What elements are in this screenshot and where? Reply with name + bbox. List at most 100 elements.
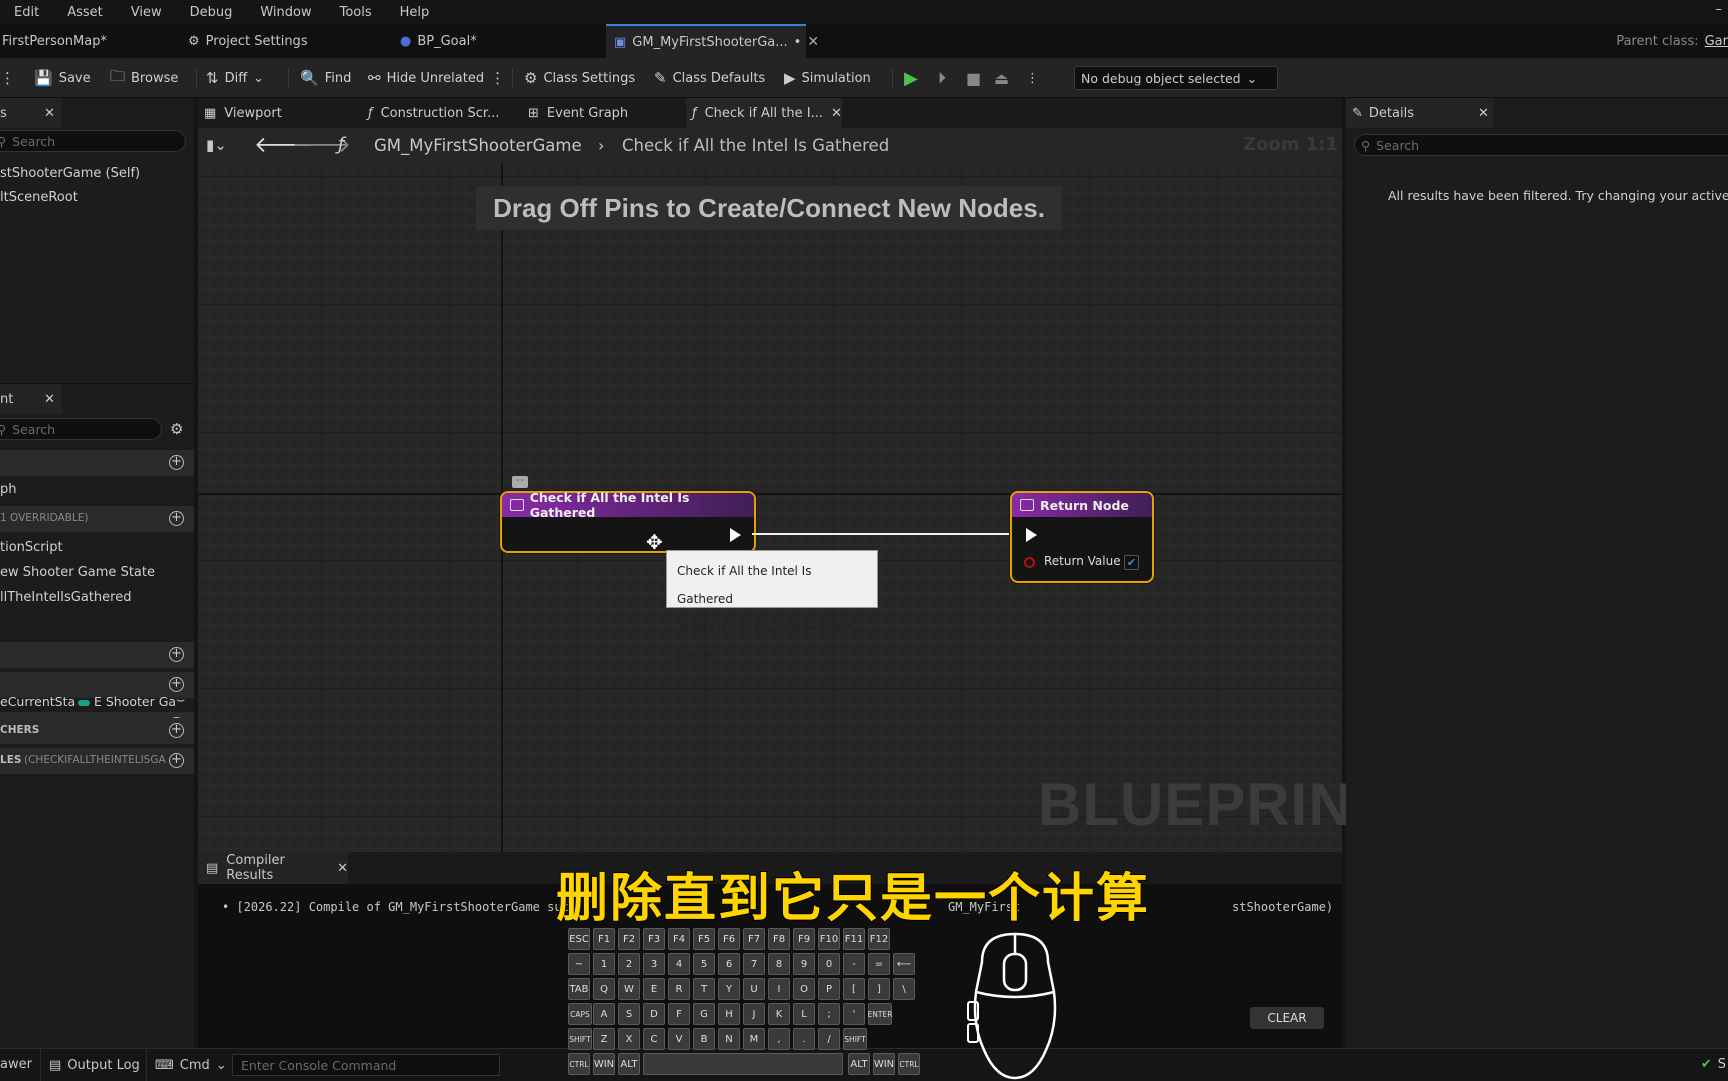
- eject-icon[interactable]: ⏏: [994, 58, 1009, 98]
- close-icon[interactable]: ✕: [337, 861, 348, 876]
- my-blueprint-tab[interactable]: nt ✕: [0, 384, 62, 414]
- hide-unrelated-button[interactable]: ⚯ Hide Unrelated ⋮: [368, 58, 505, 98]
- stop-icon[interactable]: ■: [966, 58, 981, 98]
- function-new-shooter-game-state[interactable]: ew Shooter Game State: [0, 565, 155, 580]
- tab-check-intel[interactable]: ƒ Check if All the I... ✕: [686, 98, 842, 128]
- add-icon[interactable]: +: [169, 647, 184, 662]
- toolbar-grip-icon: ⋮: [0, 69, 15, 87]
- more-play-options-icon[interactable]: ⋮: [1026, 58, 1039, 98]
- tab-construction-script[interactable]: ƒ Construction Scr...: [368, 98, 499, 128]
- save-button[interactable]: 💾 Save: [34, 58, 91, 98]
- key-p-row3: P: [818, 978, 840, 1000]
- variable-current-state[interactable]: eCurrentSta: [0, 694, 75, 709]
- component-self[interactable]: stShooterGame (Self): [0, 166, 140, 181]
- source-control-status[interactable]: ✔ S: [1701, 1057, 1726, 1072]
- step-icon[interactable]: ⏵: [938, 58, 946, 98]
- tab-gm-myfirstshootergame[interactable]: ▣ GM_MyFirstShooterGa... • ✕: [606, 24, 819, 58]
- chevron-right-icon: ›: [598, 136, 605, 155]
- chevron-down-icon[interactable]: ⌣: [176, 692, 185, 708]
- graph-canvas[interactable]: [198, 164, 1342, 852]
- key-f1-row1: F1: [593, 928, 615, 950]
- more-options-icon[interactable]: ⋮: [490, 69, 505, 87]
- menu-debug[interactable]: Debug: [176, 5, 247, 20]
- return-value-checkbox[interactable]: ✔: [1124, 555, 1139, 570]
- compiler-results-tab[interactable]: ▤ Compiler Results ✕: [198, 852, 348, 884]
- details-tab[interactable]: ✎ Details ✕: [1346, 98, 1494, 128]
- key-4-row2: 4: [668, 953, 690, 975]
- close-icon[interactable]: ✕: [831, 106, 842, 121]
- cmd-button[interactable]: ⌨ Cmd ⌄: [146, 1049, 227, 1081]
- interfaces-section[interactable]: +: [0, 642, 194, 668]
- close-icon[interactable]: ✕: [44, 106, 55, 121]
- menu-edit[interactable]: Edit: [0, 5, 53, 20]
- menu-window[interactable]: Window: [246, 5, 325, 20]
- add-icon[interactable]: +: [169, 753, 184, 768]
- components-tab[interactable]: s ✕: [0, 98, 62, 128]
- components-search-input[interactable]: ⚲ Search: [0, 130, 186, 152]
- tab-event-graph[interactable]: ⊞ Event Graph: [528, 98, 628, 128]
- tab-firstpersonmap[interactable]: FirstPersonMap*: [2, 24, 107, 58]
- breadcrumb-root[interactable]: GM_MyFirstShooterGame: [374, 136, 582, 155]
- keyboard-overlay: ESC F1 F2 F3 F4 F5 F6 F7 F8 F9 F10 F11 F12 ~1 2 3 4 5 6 7 8 9…: [568, 928, 924, 1080]
- menu-view[interactable]: View: [117, 5, 176, 20]
- key-g-row4: G: [693, 1003, 715, 1025]
- function-construction-script[interactable]: tionScript: [0, 540, 63, 555]
- content-drawer-button[interactable]: awer: [0, 1057, 32, 1072]
- key-win-row6: WIN: [593, 1053, 615, 1075]
- add-icon[interactable]: +: [169, 723, 184, 738]
- document-tab-bar: FirstPersonMap* ⚙ Project Settings ● BP_…: [0, 24, 1728, 58]
- my-blueprint-search-input[interactable]: ⚲ Search: [0, 418, 162, 440]
- bookmark-icon[interactable]: ▮⌄: [206, 136, 227, 154]
- add-icon[interactable]: +: [169, 511, 184, 526]
- bool-input-pin[interactable]: [1024, 557, 1035, 568]
- add-icon[interactable]: +: [169, 455, 184, 470]
- graphs-section[interactable]: +: [0, 450, 194, 476]
- add-icon[interactable]: +: [169, 677, 184, 692]
- component-scene-root[interactable]: ltSceneRoot: [0, 190, 78, 205]
- gear-icon: ⚙: [524, 69, 538, 87]
- key-f10-row1: F10: [818, 928, 840, 950]
- play-icon[interactable]: ▶: [904, 58, 918, 98]
- debug-object-select[interactable]: No debug object selected ⌄: [1074, 66, 1278, 90]
- output-log-button[interactable]: ▤ Output Log: [40, 1049, 140, 1081]
- class-settings-button[interactable]: ⚙ Class Settings: [524, 58, 635, 98]
- return-node[interactable]: Return Node Return Value ✔: [1010, 491, 1154, 583]
- console-command-input[interactable]: Enter Console Command: [232, 1054, 500, 1076]
- function-entry-node[interactable]: Check if All the Intel Is Gathered: [500, 490, 756, 553]
- graph-item[interactable]: ph: [0, 482, 17, 497]
- tab-bp-goal[interactable]: ● BP_Goal*: [400, 24, 477, 58]
- breadcrumb: ▮⌄ 🡐 🡒 ƒ GM_MyFirstShooterGame › Check i…: [198, 128, 1342, 164]
- comment-bubble-icon[interactable]: ···: [512, 476, 528, 488]
- menu-bar: Edit Asset View Debug Window Tools Help: [0, 0, 1728, 24]
- close-icon[interactable]: ✕: [44, 392, 55, 407]
- chevron-down-icon: ⌄: [253, 70, 265, 86]
- class-defaults-button[interactable]: ✎ Class Defaults: [654, 58, 765, 98]
- clear-button[interactable]: CLEAR: [1250, 1007, 1324, 1029]
- exec-output-pin[interactable]: [730, 528, 741, 542]
- close-icon[interactable]: ✕: [1478, 106, 1489, 121]
- key--row4: ;: [818, 1003, 840, 1025]
- find-button[interactable]: 🔍 Find: [300, 58, 351, 98]
- browse-button[interactable]: 🗀 Browse: [110, 58, 178, 98]
- event-dispatchers-section[interactable]: CHERS +: [0, 718, 194, 744]
- function-check-intel[interactable]: llTheIntelIsGathered: [0, 590, 131, 605]
- tab-project-settings[interactable]: ⚙ Project Settings: [188, 24, 308, 58]
- minimize-icon[interactable]: –: [1716, 2, 1723, 17]
- diff-button[interactable]: ⇅ Diff ⌄: [206, 58, 264, 98]
- tab-viewport[interactable]: ▦ Viewport: [204, 98, 282, 128]
- key-r-row3: R: [668, 978, 690, 1000]
- menu-asset[interactable]: Asset: [53, 5, 117, 20]
- close-icon[interactable]: ✕: [807, 34, 819, 50]
- key-v-row5: V: [668, 1028, 690, 1050]
- functions-section[interactable]: 1 OVERRIDABLE) +: [0, 506, 194, 532]
- simulation-button[interactable]: ▶ Simulation: [784, 58, 871, 98]
- key-shift-row5: SHIFT: [568, 1028, 592, 1050]
- node-tooltip: Check if All the Intel Is Gathered Targe…: [666, 550, 878, 662]
- gear-icon[interactable]: ⚙: [170, 420, 183, 438]
- parent-class-link[interactable]: Gar: [1705, 34, 1728, 49]
- menu-help[interactable]: Help: [386, 5, 444, 20]
- exec-input-pin[interactable]: [1026, 528, 1037, 542]
- menu-tools[interactable]: Tools: [326, 5, 386, 20]
- details-search-input[interactable]: ⚲ Search: [1354, 134, 1728, 156]
- local-variables-section[interactable]: LES (CHECKIFALLTHEINTELISGA +: [0, 748, 194, 774]
